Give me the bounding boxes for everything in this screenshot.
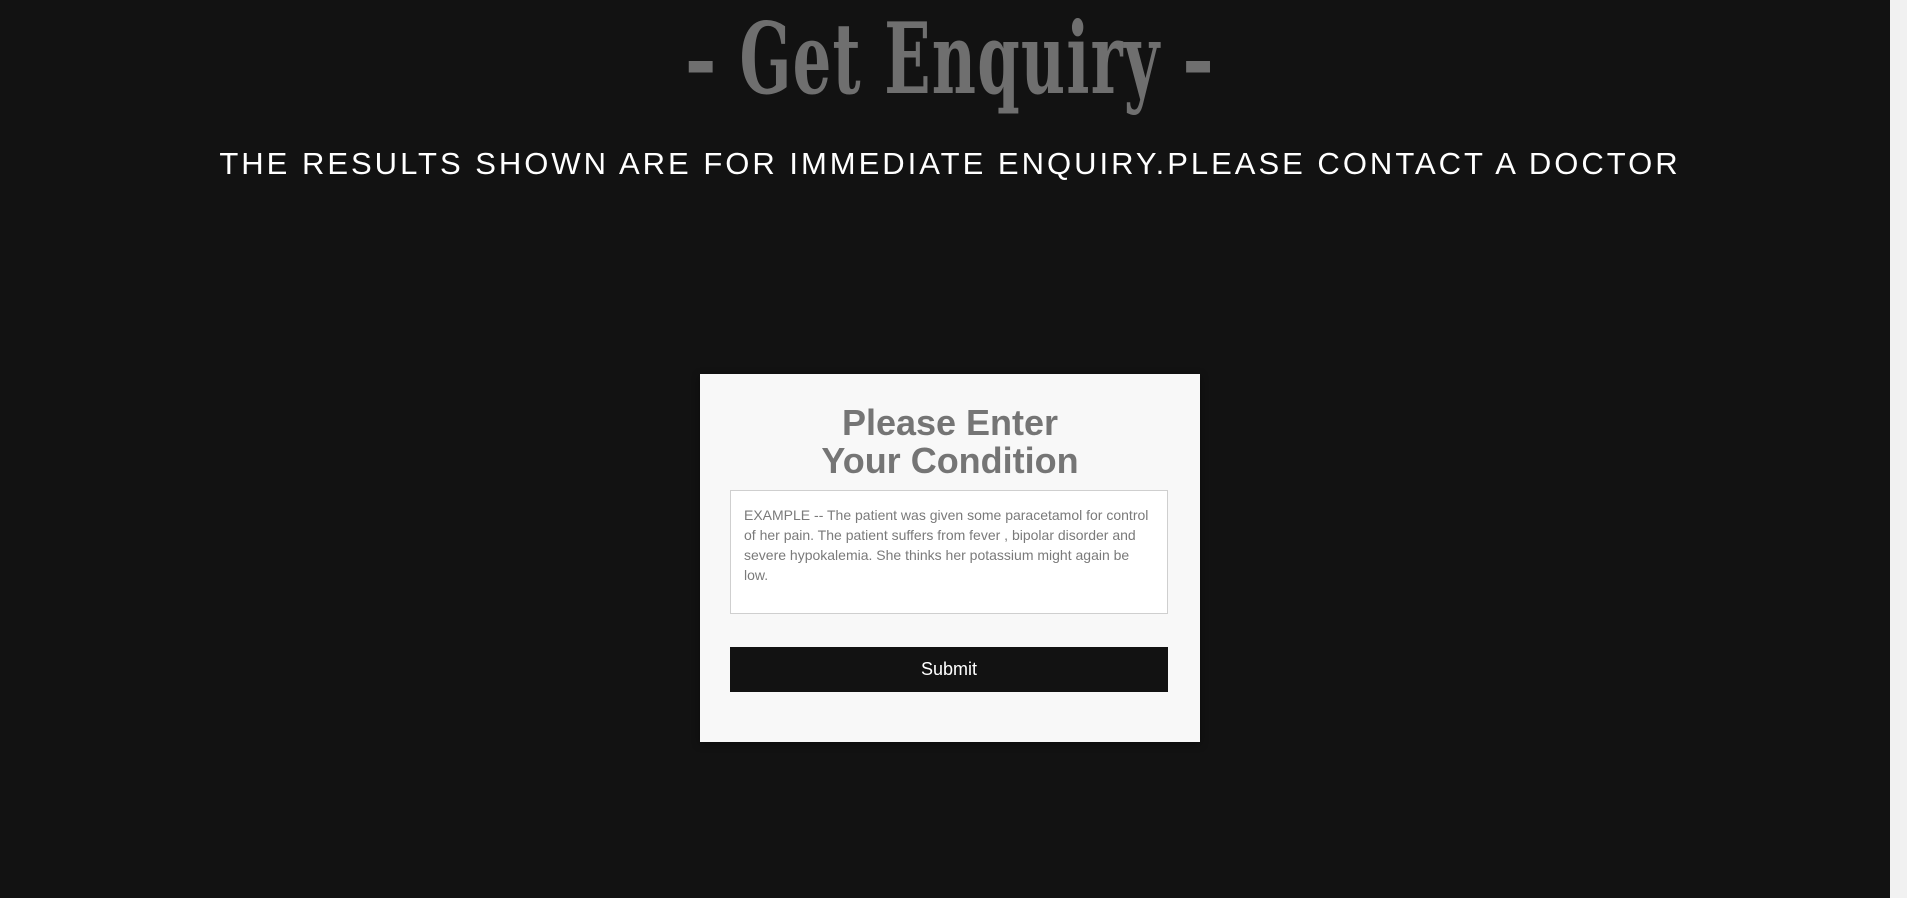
enquiry-form-card: Please Enter Your Condition Submit bbox=[700, 374, 1200, 742]
page-subtitle: THE RESULTS SHOWN ARE FOR IMMEDIATE ENQU… bbox=[219, 146, 1681, 181]
condition-input[interactable] bbox=[730, 490, 1168, 614]
page-title: – Get Enquiry – bbox=[685, 2, 1215, 117]
submit-button[interactable]: Submit bbox=[730, 647, 1168, 692]
vertical-scrollbar[interactable] bbox=[1890, 0, 1907, 898]
page-background: – Get Enquiry – THE RESULTS SHOWN ARE FO… bbox=[0, 0, 1890, 898]
form-title: Please Enter Your Condition bbox=[821, 402, 1079, 481]
